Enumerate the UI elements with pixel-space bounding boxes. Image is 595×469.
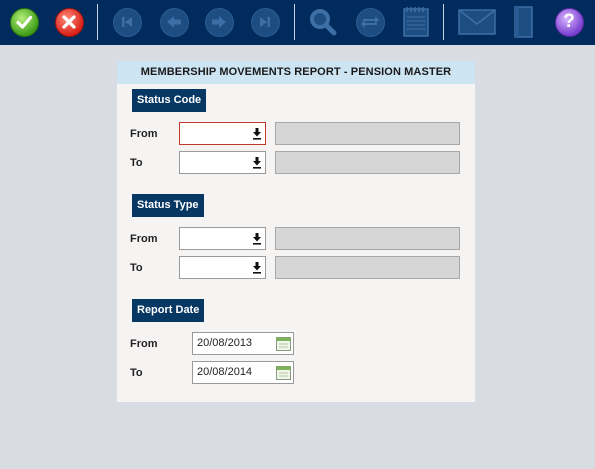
report-date-from-label: From: [130, 338, 158, 350]
x-circle-icon: [54, 7, 84, 37]
next-record-icon: [204, 7, 234, 37]
status-code-from-select[interactable]: [179, 122, 266, 145]
search-button[interactable]: [307, 6, 339, 38]
check-circle-icon: [9, 7, 39, 37]
report-date-to-field[interactable]: 20/08/2014: [192, 361, 294, 384]
status-type-to-select[interactable]: [179, 256, 266, 279]
status-code-from-description: [275, 122, 460, 145]
last-record-icon: [250, 7, 280, 37]
report-date-section-label: Report Date: [132, 299, 205, 322]
refresh-button[interactable]: [354, 6, 386, 38]
magnifier-icon: [310, 9, 337, 36]
download-arrow-icon: [253, 128, 261, 140]
refresh-icon: [355, 7, 385, 37]
status-code-to-description: [275, 151, 460, 174]
email-button[interactable]: [457, 6, 497, 38]
previous-record-button[interactable]: [158, 6, 190, 38]
report-date-from-value: 20/08/2013: [197, 337, 253, 349]
download-arrow-icon: [253, 233, 261, 245]
report-date-to-label: To: [130, 367, 143, 379]
report-date-to-value: 20/08/2014: [197, 366, 253, 378]
book-button[interactable]: [507, 6, 539, 38]
status-type-from-select[interactable]: [179, 227, 266, 250]
first-record-icon: [112, 7, 142, 37]
previous-record-icon: [159, 7, 189, 37]
notepad-button[interactable]: [400, 6, 432, 38]
toolbar: ?: [0, 0, 595, 45]
last-record-button[interactable]: [249, 6, 281, 38]
help-button[interactable]: ?: [553, 6, 585, 38]
cancel-button[interactable]: [53, 6, 85, 38]
download-arrow-icon: [253, 157, 261, 169]
help-icon: ?: [554, 7, 584, 37]
calendar-icon[interactable]: [276, 365, 291, 380]
status-type-from-label: From: [130, 233, 158, 245]
status-type-to-label: To: [130, 262, 143, 274]
status-code-to-label: To: [130, 157, 143, 169]
status-type-from-description: [275, 227, 460, 250]
page-title: MEMBERSHIP MOVEMENTS REPORT - PENSION MA…: [117, 61, 475, 84]
report-date-from-field[interactable]: 20/08/2013: [192, 332, 294, 355]
status-code-to-select[interactable]: [179, 151, 266, 174]
status-type-to-description: [275, 256, 460, 279]
status-code-section-label: Status Code: [132, 89, 207, 112]
book-icon: [514, 6, 533, 38]
next-record-button[interactable]: [203, 6, 235, 38]
ok-button[interactable]: [8, 6, 40, 38]
toolbar-separator: [443, 4, 444, 40]
calendar-icon[interactable]: [276, 336, 291, 351]
toolbar-separator: [294, 4, 295, 40]
status-type-section-label: Status Type: [132, 194, 204, 217]
first-record-button[interactable]: [111, 6, 143, 38]
report-panel: MEMBERSHIP MOVEMENTS REPORT - PENSION MA…: [117, 61, 475, 402]
toolbar-separator: [97, 4, 98, 40]
download-arrow-icon: [253, 262, 261, 274]
status-code-from-label: From: [130, 128, 158, 140]
notepad-icon: [403, 7, 429, 37]
envelope-icon: [458, 9, 496, 35]
